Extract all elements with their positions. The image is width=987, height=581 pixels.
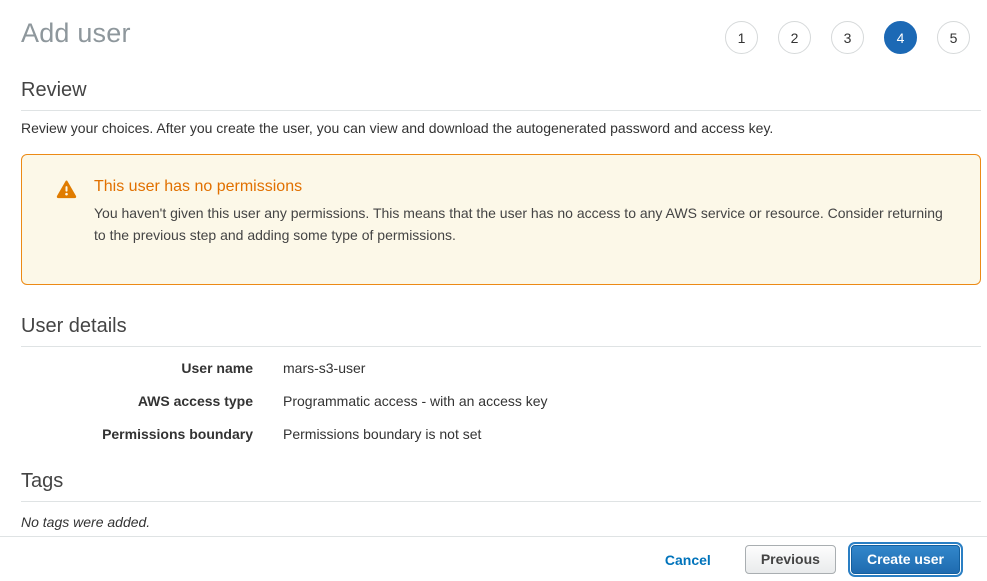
detail-row-permissions-boundary: Permissions boundary Permissions boundar… xyxy=(21,426,981,442)
detail-value: mars-s3-user xyxy=(283,360,365,376)
wizard-header: Add user 1 2 3 4 5 xyxy=(0,0,987,54)
step-circle-3: 3 xyxy=(831,21,864,54)
add-user-wizard-page: Add user 1 2 3 4 5 Review Review your ch… xyxy=(0,0,987,581)
review-heading: Review xyxy=(21,79,981,102)
warning-body: You haven't given this user any permissi… xyxy=(94,202,945,246)
footer-actions: Cancel Previous Create user xyxy=(0,537,987,574)
detail-label: AWS access type xyxy=(21,393,253,409)
wizard-step-indicators: 1 2 3 4 5 xyxy=(725,16,970,54)
tags-section: Tags No tags were added. xyxy=(21,470,981,530)
create-user-button[interactable]: Create user xyxy=(851,545,960,574)
warning-content: This user has no permissions You haven't… xyxy=(94,178,945,246)
step-circle-2: 2 xyxy=(778,21,811,54)
detail-row-user-name: User name mars-s3-user xyxy=(21,360,981,376)
previous-button[interactable]: Previous xyxy=(745,545,836,574)
user-details-section: User details User name mars-s3-user AWS … xyxy=(21,315,981,442)
user-details-divider xyxy=(21,346,981,347)
cancel-link[interactable]: Cancel xyxy=(665,552,711,568)
step-circle-4: 4 xyxy=(884,21,917,54)
user-details-heading: User details xyxy=(21,315,981,338)
tags-heading: Tags xyxy=(21,470,981,493)
tags-empty-message: No tags were added. xyxy=(21,514,981,530)
detail-row-access-type: AWS access type Programmatic access - wi… xyxy=(21,393,981,409)
detail-value: Programmatic access - with an access key xyxy=(283,393,548,409)
warning-title: This user has no permissions xyxy=(94,178,945,196)
no-permissions-warning-banner: This user has no permissions You haven't… xyxy=(21,154,981,285)
step-circle-1: 1 xyxy=(725,21,758,54)
review-divider xyxy=(21,110,981,111)
warning-triangle-icon xyxy=(56,178,76,246)
detail-value: Permissions boundary is not set xyxy=(283,426,481,442)
wizard-footer: Cancel Previous Create user xyxy=(0,536,987,581)
review-description: Review your choices. After you create th… xyxy=(21,120,981,136)
review-section: Review Review your choices. After you cr… xyxy=(21,79,981,136)
detail-label: Permissions boundary xyxy=(21,426,253,442)
detail-label: User name xyxy=(21,360,253,376)
page-title: Add user xyxy=(21,16,131,49)
user-details-rows: User name mars-s3-user AWS access type P… xyxy=(21,360,981,442)
tags-divider xyxy=(21,501,981,502)
step-circle-5: 5 xyxy=(937,21,970,54)
